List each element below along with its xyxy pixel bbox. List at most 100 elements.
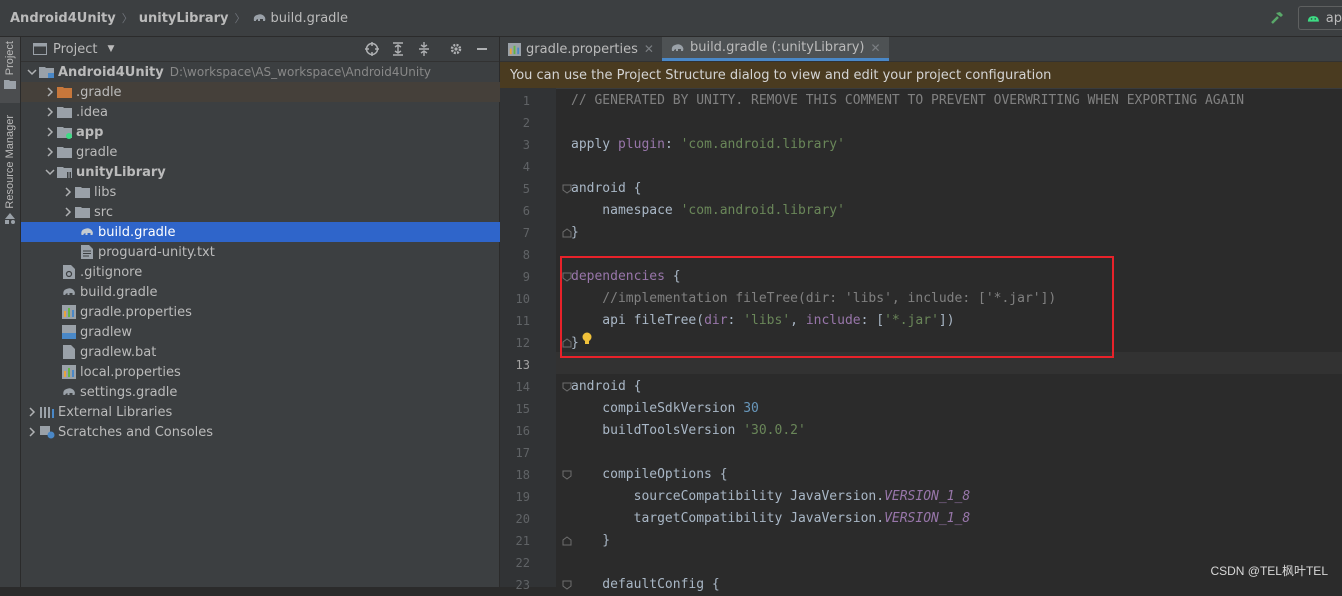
tree-item-local-properties[interactable]: local.properties — [21, 362, 539, 382]
line-number: 10 — [515, 292, 530, 306]
chevron-down-icon[interactable] — [25, 67, 39, 77]
breadcrumb-file-label: build.gradle — [270, 10, 349, 26]
tab-build-gradle[interactable]: build.gradle (:unityLibrary) ✕ — [661, 37, 889, 61]
chevron-right-icon[interactable] — [61, 187, 75, 197]
tree-item-gradle[interactable]: gradle — [21, 142, 521, 162]
gradle-elephant-icon — [79, 224, 95, 240]
resource-manager-tab-label: Resource Manager — [4, 115, 16, 209]
build-hammer-icon[interactable] — [1266, 7, 1288, 29]
tree-item-proguard[interactable]: proguard-unity.txt — [21, 242, 557, 262]
gear-icon[interactable] — [445, 39, 467, 59]
tree-item-dot-gradle[interactable]: .gradle — [21, 82, 521, 102]
line-number: 14 — [515, 380, 530, 394]
tree-item-label: src — [94, 204, 113, 220]
resource-manager-tool-tab[interactable]: Resource Manager — [0, 115, 20, 245]
tab-label: build.gradle (:unityLibrary) — [689, 40, 865, 55]
tree-item-label: libs — [94, 184, 117, 200]
tree-item-external-libraries[interactable]: External Libraries — [21, 402, 503, 422]
line-number: 21 — [515, 534, 530, 548]
line-number: 8 — [522, 248, 530, 262]
tree-item-label: gradlew.bat — [80, 344, 157, 360]
project-tool-tab-label: Project — [4, 41, 16, 76]
tree-item-label: proguard-unity.txt — [98, 244, 215, 260]
project-view-label[interactable]: Project — [53, 42, 97, 57]
tree-item-gradle-properties[interactable]: gradle.properties — [21, 302, 539, 322]
close-icon[interactable]: ✕ — [644, 42, 654, 56]
tab-gradle-properties[interactable]: gradle.properties ✕ — [500, 37, 662, 61]
run-config-dropdown[interactable]: ap — [1298, 6, 1342, 30]
line-number: 11 — [515, 314, 530, 328]
chevron-right-icon[interactable] — [25, 427, 39, 437]
tree-item-label: build.gradle — [98, 224, 176, 240]
tree-item-unitylibrary[interactable]: unityLibrary — [21, 162, 521, 182]
tree-item-android4unity[interactable]: Android4Unity D:\workspace\AS_workspace\… — [21, 62, 503, 82]
tree-item-label: .gitignore — [80, 264, 143, 280]
tree-item-label: External Libraries — [58, 404, 173, 420]
project-tool-tab[interactable]: Project — [0, 37, 20, 103]
tree-item-src[interactable]: src — [21, 202, 539, 222]
chevron-right-icon[interactable] — [43, 87, 57, 97]
tree-item-build-gradle-root[interactable]: build.gradle — [21, 282, 539, 302]
breadcrumb-item-file[interactable]: build.gradle — [252, 10, 349, 26]
chevron-down-icon[interactable] — [43, 167, 57, 177]
line-number: 4 — [522, 160, 530, 174]
code-token: VERSION_1_8 — [884, 489, 971, 504]
collapse-all-icon[interactable] — [413, 39, 435, 59]
minimize-panel-icon[interactable] — [471, 39, 493, 59]
text-file-icon — [79, 244, 95, 260]
code-line-16: buildToolsVersion '30.0.2' — [571, 420, 806, 442]
chevron-right-icon[interactable] — [43, 107, 57, 117]
line-number: 3 — [522, 138, 530, 152]
close-icon[interactable]: ✕ — [871, 41, 881, 55]
chevron-down-icon[interactable]: ▼ — [107, 44, 114, 54]
tree-item-gitignore[interactable]: .gitignore — [21, 262, 539, 282]
tree-item-label: local.properties — [80, 364, 181, 380]
run-config-label: ap — [1325, 10, 1342, 26]
tree-item-scratches[interactable]: Scratches and Consoles — [21, 422, 503, 442]
editor-area: gradle.properties ✕ build.gradle (:unity… — [500, 37, 1342, 592]
android-icon — [1307, 16, 1319, 22]
line-number: 22 — [515, 556, 530, 570]
folder-icon — [57, 104, 73, 120]
tree-item-settings-gradle[interactable]: settings.gradle — [21, 382, 539, 402]
bat-file-icon — [61, 344, 77, 360]
chevron-right-icon[interactable] — [43, 127, 57, 137]
chevron-right-icon[interactable] — [61, 207, 75, 217]
resource-shapes-icon — [5, 212, 15, 224]
locate-target-icon[interactable] — [361, 39, 383, 59]
module-folder-icon — [39, 64, 55, 80]
code-line-6: namespace 'com.android.library' — [571, 200, 845, 222]
tree-item-app[interactable]: app — [21, 122, 521, 142]
tree-item-gradlew[interactable]: gradlew — [21, 322, 539, 342]
code-line-1: // GENERATED BY UNITY. REMOVE THIS COMME… — [571, 93, 1245, 108]
line-number: 9 — [522, 270, 530, 284]
breadcrumb-item-project[interactable]: Android4Unity — [10, 11, 116, 26]
tree-item-libs[interactable]: libs — [21, 182, 539, 202]
gradle-elephant-icon — [670, 42, 685, 54]
line-number: 12 — [515, 336, 530, 350]
code-line-18: compileOptions { — [571, 467, 728, 482]
line-number: 20 — [515, 512, 530, 526]
code-token: '30.0.2' — [743, 423, 806, 438]
code-line-20: targetCompatibility JavaVersion.VERSION_… — [571, 508, 971, 530]
chevron-right-icon[interactable] — [43, 147, 57, 157]
properties-icon — [61, 364, 77, 380]
gradle-elephant-icon — [61, 384, 77, 400]
folder-icon — [57, 144, 73, 160]
folder-icon — [75, 184, 91, 200]
code-line-3: apply plugin: 'com.android.library' — [571, 134, 845, 156]
project-structure-notice: You can use the Project Structure dialog… — [500, 62, 1342, 89]
breadcrumb-item-module[interactable]: unityLibrary — [139, 11, 229, 26]
expand-all-icon[interactable] — [387, 39, 409, 59]
tree-item-label: unityLibrary — [76, 164, 166, 180]
code-token: targetCompatibility JavaVersion. — [571, 511, 885, 526]
line-number: 5 — [522, 182, 530, 196]
code-token: namespace — [571, 203, 681, 218]
code-editor[interactable]: 1 2 3 4 5 6 7 8 9 10 11 12 13 14 15 16 1… — [500, 88, 1342, 592]
tree-item-idea[interactable]: .idea — [21, 102, 521, 122]
tree-item-gradlew-bat[interactable]: gradlew.bat — [21, 342, 539, 362]
code-token: sourceCompatibility JavaVersion. — [571, 489, 885, 504]
chevron-right-icon: 〉 — [234, 12, 246, 25]
chevron-right-icon[interactable] — [25, 407, 39, 417]
tree-item-build-gradle-module[interactable]: build.gradle — [21, 222, 557, 242]
